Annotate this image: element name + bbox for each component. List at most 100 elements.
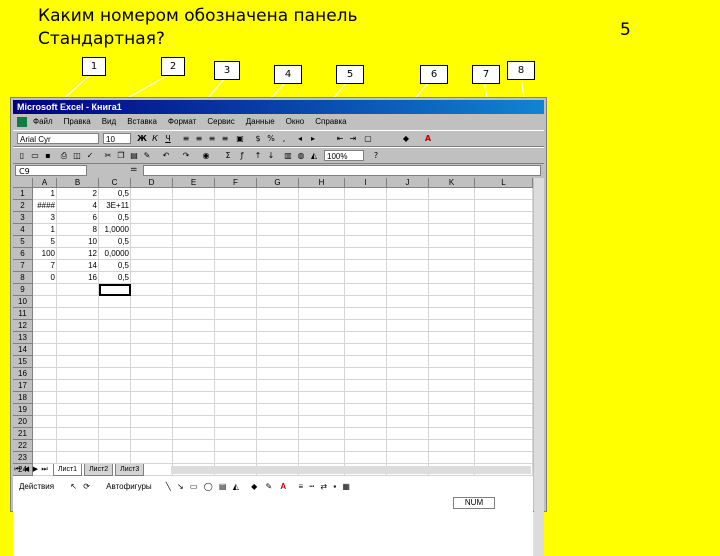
arrow-icon[interactable]: ↘ [177, 482, 184, 491]
comma-icon[interactable]: , [279, 134, 289, 144]
grid-cell[interactable] [387, 368, 429, 380]
merge-cells-icon[interactable]: ▣ [235, 134, 245, 144]
grid-cell[interactable] [99, 452, 131, 464]
column-header-j[interactable]: J [387, 178, 429, 188]
grid-cell[interactable] [429, 284, 475, 296]
row-header-18[interactable]: 18 [13, 392, 33, 404]
row-header-10[interactable]: 10 [13, 296, 33, 308]
autoshapes-menu[interactable]: Автофигуры [106, 482, 152, 491]
grid-cell[interactable] [173, 260, 215, 272]
grid-cell[interactable] [345, 272, 387, 284]
grid-cell[interactable] [99, 416, 131, 428]
arrow-style-icon[interactable]: ⇄ [320, 482, 327, 491]
grid-cell[interactable] [429, 368, 475, 380]
row-header-19[interactable]: 19 [13, 404, 33, 416]
grid-cell[interactable] [131, 200, 173, 212]
grid-cell[interactable] [131, 332, 173, 344]
grid-cell[interactable] [299, 284, 345, 296]
grid-cell[interactable] [387, 320, 429, 332]
grid-cell[interactable] [299, 332, 345, 344]
grid-cell[interactable] [33, 380, 57, 392]
row-header-17[interactable]: 17 [13, 380, 33, 392]
grid-cell[interactable] [131, 296, 173, 308]
grid-cell[interactable] [387, 296, 429, 308]
grid-cell[interactable] [387, 212, 429, 224]
grid-cell[interactable] [429, 320, 475, 332]
cell-b2[interactable]: 4 [57, 200, 99, 212]
percent-icon[interactable]: % [266, 134, 276, 144]
grid-cell[interactable] [57, 284, 99, 296]
row-header-14[interactable]: 14 [13, 344, 33, 356]
grid-cell[interactable] [257, 392, 299, 404]
grid-cell[interactable] [429, 332, 475, 344]
grid-cell[interactable] [99, 356, 131, 368]
active-cell-c9[interactable] [99, 284, 131, 296]
tab-sheet1[interactable]: Лист1 [52, 464, 83, 476]
grid-cell[interactable] [387, 248, 429, 260]
function-icon[interactable]: ƒ [237, 151, 247, 161]
grid-cell[interactable] [299, 368, 345, 380]
grid-cell[interactable] [475, 296, 533, 308]
italic-icon[interactable]: К [150, 134, 160, 144]
column-header-a[interactable]: A [33, 178, 57, 188]
grid-cell[interactable] [215, 188, 257, 200]
cell-b7[interactable]: 14 [57, 260, 99, 272]
grid-cell[interactable] [475, 428, 533, 440]
grid-cell[interactable] [173, 332, 215, 344]
oval-icon[interactable]: ◯ [204, 482, 213, 491]
grid-cell[interactable] [387, 356, 429, 368]
grid-cell[interactable] [215, 344, 257, 356]
grid-cell[interactable] [387, 392, 429, 404]
grid-cell[interactable] [299, 248, 345, 260]
draw-actions-menu[interactable]: Действия [19, 482, 54, 491]
row-header-3[interactable]: 3 [13, 212, 33, 224]
grid-cell[interactable] [387, 200, 429, 212]
select-objects-icon[interactable]: ↖ [70, 482, 77, 491]
line-style-icon[interactable]: ≡ [298, 482, 303, 491]
menu-file[interactable]: Файл [33, 117, 53, 126]
grid-cell[interactable] [131, 248, 173, 260]
grid-cell[interactable] [475, 224, 533, 236]
grid-cell[interactable] [173, 272, 215, 284]
grid-cell[interactable] [215, 248, 257, 260]
grid-cell[interactable] [173, 392, 215, 404]
column-header-e[interactable]: E [173, 178, 215, 188]
grid-cell[interactable] [131, 308, 173, 320]
grid-cell[interactable] [215, 392, 257, 404]
grid-cell[interactable] [33, 368, 57, 380]
grid-cell[interactable] [257, 308, 299, 320]
grid-cell[interactable] [33, 440, 57, 452]
spelling-icon[interactable]: ✓ [85, 151, 95, 161]
wordart-icon[interactable]: ◭ [233, 482, 239, 491]
grid-cell[interactable] [131, 392, 173, 404]
borders-icon[interactable]: ▢ [363, 134, 373, 144]
grid-cell[interactable] [257, 380, 299, 392]
grid-cell[interactable] [99, 440, 131, 452]
grid-cell[interactable] [173, 200, 215, 212]
grid-cell[interactable] [215, 452, 257, 464]
grid-cell[interactable] [99, 368, 131, 380]
menu-insert[interactable]: Вставка [127, 117, 157, 126]
grid-cell[interactable] [387, 380, 429, 392]
grid-cell[interactable] [299, 428, 345, 440]
grid-cell[interactable] [475, 200, 533, 212]
grid-cell[interactable] [57, 320, 99, 332]
cell-a6[interactable]: 100 [33, 248, 57, 260]
grid-cell[interactable] [345, 416, 387, 428]
redo-icon[interactable]: ↷ [181, 151, 191, 161]
grid-cell[interactable] [429, 416, 475, 428]
column-header-k[interactable]: K [429, 178, 475, 188]
cell-c2[interactable]: 3E+11 [99, 200, 131, 212]
grid-cell[interactable] [429, 356, 475, 368]
grid-cell[interactable] [429, 392, 475, 404]
grid-cell[interactable] [475, 248, 533, 260]
grid-cell[interactable] [387, 452, 429, 464]
align-center-icon[interactable]: ≡ [194, 134, 204, 144]
grid-cell[interactable] [173, 452, 215, 464]
grid-cell[interactable] [429, 272, 475, 284]
grid-cell[interactable] [257, 320, 299, 332]
menu-format[interactable]: Формат [168, 117, 196, 126]
cell-b5[interactable]: 10 [57, 236, 99, 248]
column-header-l[interactable]: L [475, 178, 533, 188]
prev-sheet-icon[interactable]: ◀ [22, 464, 31, 475]
